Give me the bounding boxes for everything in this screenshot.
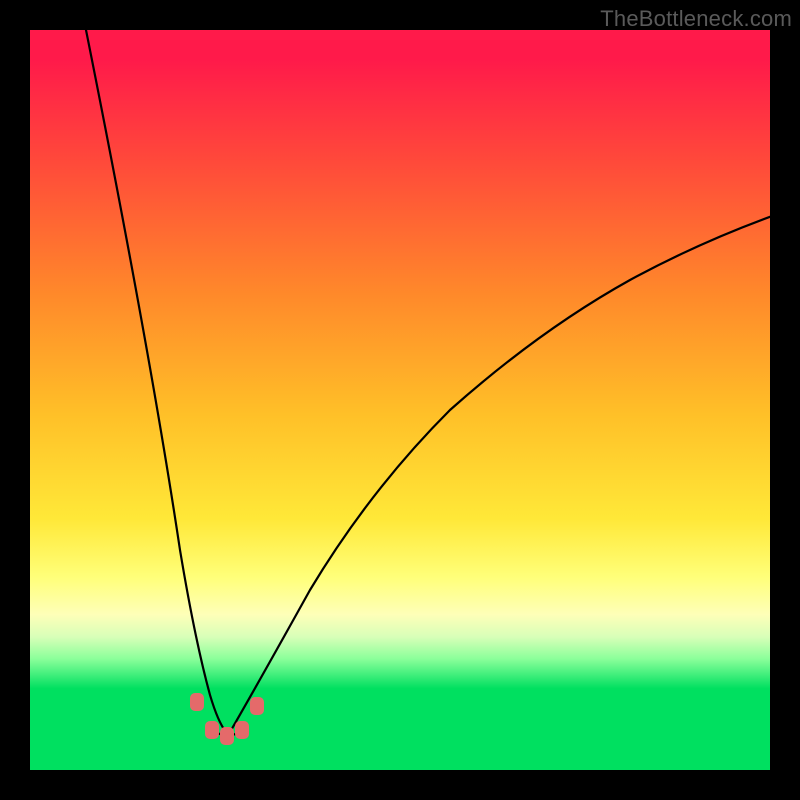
curve-left-branch bbox=[85, 30, 226, 732]
marker-dot bbox=[205, 721, 219, 739]
chart-frame: TheBottleneck.com bbox=[0, 0, 800, 800]
marker-dot bbox=[250, 697, 264, 715]
bottleneck-curve bbox=[30, 30, 770, 770]
plot-area bbox=[30, 30, 770, 770]
curve-right-branch bbox=[230, 215, 770, 732]
marker-dot bbox=[190, 693, 204, 711]
marker-dot bbox=[235, 721, 249, 739]
watermark-label: TheBottleneck.com bbox=[600, 6, 792, 32]
marker-dot bbox=[220, 727, 234, 745]
